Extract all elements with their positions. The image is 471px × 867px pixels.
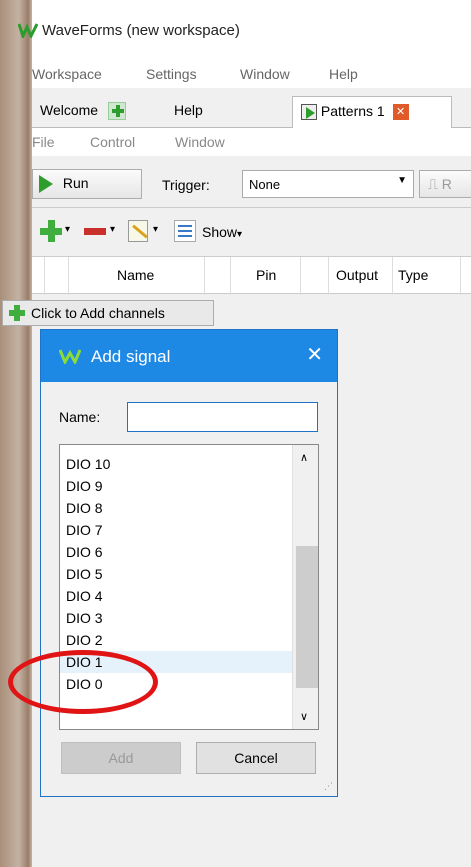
- channel-toolbar: ▾ ▾ ▾ Show▾: [32, 208, 471, 256]
- menu-workspace[interactable]: Workspace: [32, 66, 102, 82]
- scrollbar-thumb[interactable]: [296, 546, 318, 688]
- dialog-title: Add signal: [91, 347, 171, 366]
- plus-icon[interactable]: [107, 102, 126, 121]
- tab-welcome[interactable]: Welcome: [32, 96, 134, 128]
- waveforms-logo-icon: [17, 22, 39, 41]
- show-menu[interactable]: Show▾: [202, 224, 242, 240]
- dialog-title-bar: Add signal ✕: [41, 330, 337, 382]
- tab-bar: Welcome Help Patterns 1 ✕: [32, 88, 471, 128]
- col-output[interactable]: Output: [336, 267, 378, 283]
- tab-welcome-label: Welcome: [40, 102, 99, 118]
- tab-patterns-label: Patterns 1: [320, 103, 385, 119]
- show-label: Show: [202, 224, 238, 240]
- list-item[interactable]: DIO 6: [60, 541, 292, 563]
- trigger-edge-label: R: [441, 176, 452, 192]
- list-view-icon[interactable]: [174, 220, 196, 242]
- menu-control[interactable]: Control: [90, 134, 135, 150]
- cancel-button[interactable]: Cancel: [196, 742, 316, 774]
- add-button[interactable]: Add: [61, 742, 181, 774]
- name-input[interactable]: [127, 402, 318, 432]
- edit-dropdown-icon[interactable]: ▾: [153, 224, 158, 235]
- col-pin[interactable]: Pin: [256, 267, 276, 283]
- edit-icon[interactable]: [128, 220, 148, 242]
- list-item[interactable]: DIO 4: [60, 585, 292, 607]
- add-signal-dialog: Add signal ✕ Name: DIO 10 DIO 9 DIO 8 DI…: [40, 329, 338, 797]
- plus-icon: [9, 305, 25, 321]
- resize-grip-icon[interactable]: ⋰: [324, 781, 333, 792]
- highlight-circle: [8, 650, 158, 714]
- list-item[interactable]: DIO 7: [60, 519, 292, 541]
- scroll-up-icon[interactable]: ∧: [300, 451, 308, 464]
- list-item[interactable]: DIO 9: [60, 475, 292, 497]
- tab-help[interactable]: Help: [166, 96, 211, 128]
- list-scrollbar[interactable]: ∧ ∨: [292, 445, 318, 729]
- menu-file[interactable]: File: [32, 134, 55, 150]
- list-item[interactable]: DIO 8: [60, 497, 292, 519]
- trigger-value: None: [249, 177, 281, 192]
- menu-help[interactable]: Help: [329, 66, 358, 82]
- waveforms-logo-icon: [58, 348, 82, 367]
- menu-window[interactable]: Window: [240, 66, 290, 82]
- trigger-select[interactable]: None ▼: [242, 170, 414, 198]
- menu-settings[interactable]: Settings: [146, 66, 197, 82]
- list-item[interactable]: DIO 2: [60, 629, 292, 651]
- trigger-label: Trigger:: [162, 177, 210, 193]
- col-type[interactable]: Type: [398, 267, 428, 283]
- scroll-down-icon[interactable]: ∨: [300, 710, 308, 723]
- trigger-edge-button[interactable]: ⎍ R: [419, 170, 471, 198]
- list-item[interactable]: DIO 3: [60, 607, 292, 629]
- col-name[interactable]: Name: [117, 267, 154, 283]
- add-channel-icon[interactable]: [40, 220, 62, 242]
- run-icon: [39, 175, 53, 194]
- menu-instr-window[interactable]: Window: [175, 134, 225, 150]
- list-item[interactable]: DIO 10: [60, 453, 292, 475]
- control-toolbar: Run Trigger: None ▼ ⎍ R: [32, 156, 471, 208]
- window-title: WaveForms (new workspace): [42, 22, 240, 39]
- run-label: Run: [62, 175, 89, 191]
- main-menu: Workspace Settings Window Help: [32, 62, 471, 88]
- instrument-menu: File Control Window: [32, 128, 471, 156]
- remove-channel-icon[interactable]: [84, 228, 106, 235]
- channel-grid-header: Name Pin Output Type: [32, 256, 471, 295]
- close-icon[interactable]: ✕: [306, 342, 323, 367]
- add-channels-label: Click to Add channels: [31, 305, 165, 321]
- remove-dropdown-icon[interactable]: ▾: [110, 224, 115, 235]
- list-item[interactable]: DIO 5: [60, 563, 292, 585]
- name-label: Name:: [59, 409, 101, 425]
- close-tab-icon[interactable]: ✕: [392, 104, 409, 121]
- run-button[interactable]: Run: [32, 169, 142, 199]
- add-dropdown-icon[interactable]: ▾: [65, 224, 70, 235]
- rising-edge-icon: ⎍: [428, 176, 438, 192]
- chevron-down-icon: ▼: [397, 175, 407, 186]
- play-icon: [301, 104, 317, 121]
- tab-patterns[interactable]: Patterns 1 ✕: [292, 96, 452, 128]
- title-bar: WaveForms (new workspace): [17, 0, 471, 62]
- show-dropdown-icon: ▾: [237, 229, 243, 240]
- tab-help-label: Help: [174, 102, 203, 118]
- add-channels-button[interactable]: Click to Add channels: [2, 300, 214, 326]
